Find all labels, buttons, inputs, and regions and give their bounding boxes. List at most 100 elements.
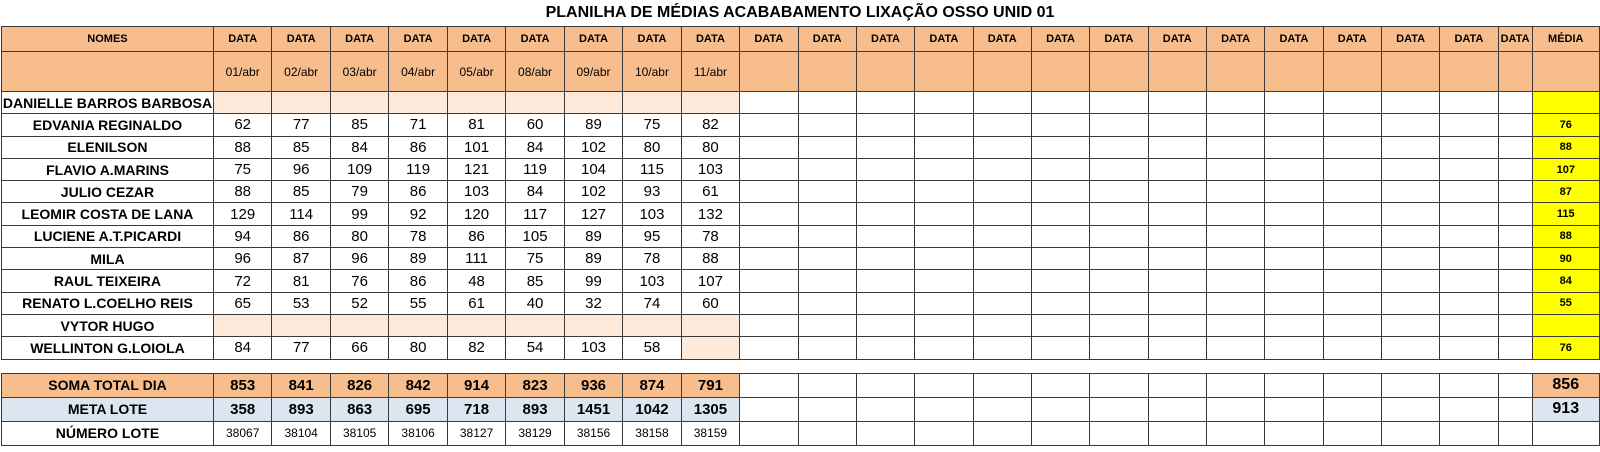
- empty-cell[interactable]: [1322, 372, 1382, 398]
- soma-total-label[interactable]: SOMA TOTAL DIA: [1, 372, 214, 398]
- empty-cell[interactable]: [1089, 90, 1149, 115]
- empty-cell[interactable]: [1439, 420, 1499, 446]
- spacer-cell[interactable]: [798, 358, 857, 374]
- empty-cell[interactable]: [855, 313, 916, 338]
- empty-cell[interactable]: [1205, 269, 1266, 293]
- date-header-cell[interactable]: 04/abr: [388, 51, 448, 92]
- spacer-cell[interactable]: [1206, 358, 1265, 374]
- empty-cell[interactable]: [1147, 420, 1207, 446]
- empty-cell[interactable]: [972, 224, 1032, 249]
- date-header-cell[interactable]: [797, 51, 857, 92]
- spacer-cell[interactable]: [1089, 358, 1149, 374]
- score-cell[interactable]: 86: [271, 224, 331, 249]
- empty-cell[interactable]: [1439, 372, 1499, 398]
- empty-cell[interactable]: [1147, 113, 1207, 137]
- empty-cell[interactable]: [1264, 224, 1324, 249]
- score-cell[interactable]: 86: [388, 135, 448, 159]
- score-cell[interactable]: 102: [563, 180, 624, 204]
- empty-cell[interactable]: [797, 224, 857, 249]
- empty-cell[interactable]: [797, 247, 857, 271]
- empty-cell[interactable]: [914, 336, 974, 360]
- empty-cell[interactable]: [1380, 269, 1441, 293]
- soma-total-cell[interactable]: 874: [622, 372, 682, 398]
- empty-cell[interactable]: [739, 135, 799, 159]
- soma-total-cell[interactable]: 823: [505, 372, 565, 398]
- score-cell[interactable]: 77: [271, 113, 331, 137]
- empty-cell[interactable]: [855, 224, 916, 249]
- data-header-cell[interactable]: DATA: [212, 26, 273, 52]
- meta-lote-cell[interactable]: 1451: [563, 396, 624, 422]
- empty-cell[interactable]: [739, 113, 799, 137]
- empty-cell[interactable]: [739, 224, 799, 249]
- employee-name[interactable]: EDVANIA REGINALDO: [1, 113, 214, 137]
- empty-cell[interactable]: [1030, 113, 1091, 137]
- empty-cell[interactable]: [1030, 372, 1091, 398]
- numero-lote-cell[interactable]: 38158: [622, 420, 682, 446]
- score-cell[interactable]: [388, 313, 448, 338]
- score-cell[interactable]: 84: [329, 135, 390, 159]
- average-cell[interactable]: 88: [1531, 224, 1600, 249]
- empty-cell[interactable]: [1264, 336, 1324, 360]
- numero-lote-cell[interactable]: 38104: [271, 420, 331, 446]
- score-cell[interactable]: 89: [563, 247, 624, 271]
- empty-cell[interactable]: [1205, 372, 1266, 398]
- names-header-blank[interactable]: [1, 51, 214, 92]
- empty-cell[interactable]: [1089, 224, 1149, 249]
- score-cell[interactable]: 72: [212, 269, 273, 293]
- empty-cell[interactable]: [914, 269, 974, 293]
- meta-lote-cell[interactable]: 695: [388, 396, 448, 422]
- spacer-cell[interactable]: [973, 358, 1032, 374]
- data-header-cell[interactable]: DATA: [1147, 26, 1207, 52]
- employee-name[interactable]: MILA: [1, 247, 214, 271]
- soma-total-cell[interactable]: 791: [680, 372, 741, 398]
- soma-total-cell[interactable]: 841: [271, 372, 331, 398]
- empty-cell[interactable]: [1030, 247, 1091, 271]
- score-cell[interactable]: [680, 336, 741, 360]
- empty-cell[interactable]: [855, 180, 916, 204]
- empty-cell[interactable]: [1205, 396, 1266, 422]
- data-header-cell[interactable]: DATA: [446, 26, 507, 52]
- empty-cell[interactable]: [1205, 90, 1266, 115]
- score-cell[interactable]: 103: [563, 336, 624, 360]
- empty-cell[interactable]: [972, 269, 1032, 293]
- empty-cell[interactable]: [1147, 313, 1207, 338]
- score-cell[interactable]: 85: [271, 180, 331, 204]
- empty-cell[interactable]: [1089, 396, 1149, 422]
- date-header-cell[interactable]: [1322, 51, 1382, 92]
- date-header-cell[interactable]: 03/abr: [329, 51, 390, 92]
- employee-name[interactable]: LEOMIR COSTA DE LANA: [1, 202, 214, 226]
- soma-total-cell[interactable]: 826: [329, 372, 390, 398]
- empty-cell[interactable]: [1497, 269, 1533, 293]
- empty-cell[interactable]: [1205, 224, 1266, 249]
- average-cell[interactable]: 115: [1531, 202, 1600, 226]
- score-cell[interactable]: [563, 313, 624, 338]
- score-cell[interactable]: 79: [329, 180, 390, 204]
- empty-cell[interactable]: [1322, 90, 1382, 115]
- empty-cell[interactable]: [1030, 269, 1091, 293]
- empty-cell[interactable]: [914, 247, 974, 271]
- soma-total-overall[interactable]: 856: [1531, 372, 1600, 398]
- score-cell[interactable]: 81: [271, 269, 331, 293]
- empty-cell[interactable]: [1147, 396, 1207, 422]
- empty-cell[interactable]: [1380, 313, 1441, 338]
- score-cell[interactable]: 85: [271, 135, 331, 159]
- score-cell[interactable]: 96: [271, 157, 331, 182]
- empty-cell[interactable]: [914, 224, 974, 249]
- employee-name[interactable]: WELLINTON G.LOIOLA: [1, 336, 214, 360]
- empty-cell[interactable]: [1439, 291, 1499, 315]
- score-cell[interactable]: 111: [446, 247, 507, 271]
- empty-cell[interactable]: [1147, 247, 1207, 271]
- date-header-cell[interactable]: [1030, 51, 1091, 92]
- empty-cell[interactable]: [972, 420, 1032, 446]
- empty-cell[interactable]: [972, 157, 1032, 182]
- empty-cell[interactable]: [1380, 291, 1441, 315]
- empty-cell[interactable]: [797, 336, 857, 360]
- empty-cell[interactable]: [1030, 180, 1091, 204]
- score-cell[interactable]: 119: [505, 157, 565, 182]
- date-header-cell[interactable]: 01/abr: [212, 51, 273, 92]
- empty-cell[interactable]: [1089, 269, 1149, 293]
- score-cell[interactable]: 99: [329, 202, 390, 226]
- empty-cell[interactable]: [914, 135, 974, 159]
- empty-cell[interactable]: [1205, 420, 1266, 446]
- date-header-cell[interactable]: [914, 51, 974, 92]
